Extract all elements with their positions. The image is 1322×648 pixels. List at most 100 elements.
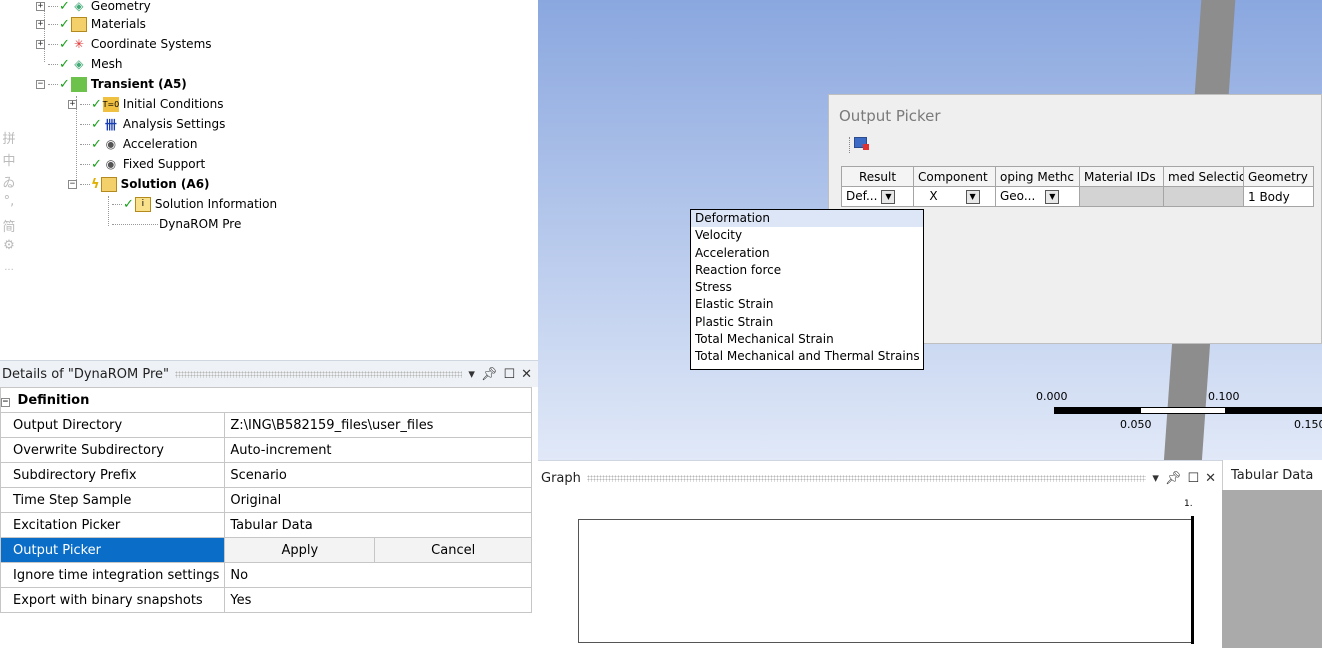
column-header[interactable]: Result [841,166,914,187]
dropdown-option[interactable]: Velocity [691,227,923,244]
dropdown-arrow-icon[interactable]: ▼ [1045,189,1060,204]
scale-bar [1140,407,1226,414]
dropdown-option[interactable]: Total Mechanical Strain [691,331,923,348]
close-icon[interactable]: ✕ [521,367,532,382]
check-icon: ✓ [59,56,70,72]
ime-simplified-icon[interactable]: 简 [0,216,18,235]
maximize-icon[interactable]: ☐ [503,367,515,382]
detail-row[interactable]: Export with binary snapshots Yes [0,587,532,613]
dropdown-option[interactable]: Deformation [691,210,923,228]
pin-icon[interactable]: 📌︎ [481,367,498,382]
details-title-bar: Details of "DynaROM Pre" ▾ 📌︎ ☐ ✕ [0,361,538,387]
section-title: Definition [17,392,90,408]
project-tree: + ✓ ◈ Geometry + ✓ Materials + ✓ ✳ Coordina… [0,0,538,356]
dropdown-arrow-icon[interactable]: ▼ [881,189,896,204]
tree-item-label: Coordinate Systems [90,37,212,51]
check-icon: ✓ [59,36,70,52]
dropdown-arrow-icon[interactable]: ▾ [1152,471,1159,486]
column-header[interactable]: Geometry [1243,166,1314,187]
collapse-icon[interactable]: − [36,79,45,89]
tree-item-solution-information[interactable]: ✓ i Solution Information [112,194,277,214]
ime-moon-icon[interactable]: ゐ [0,172,18,191]
column-header[interactable]: Material IDs [1079,166,1164,187]
toolbar [849,137,869,153]
detail-row[interactable]: Overwrite Subdirectory Auto-increment [0,437,532,463]
dropdown-option[interactable]: Reaction force [691,262,923,279]
tree-item-acceleration[interactable]: ✓ ◉ Acceleration [80,134,197,154]
tree-item-solution[interactable]: − ϟ Solution (A6) [68,174,210,194]
result-dropdown-list[interactable]: Deformation Velocity Acceleration Reacti… [690,209,924,370]
scoping-select[interactable]: Geo... ▼ [995,186,1080,207]
row-value[interactable]: Auto-increment [224,437,532,463]
expand-icon[interactable]: + [36,39,45,49]
graph-panel: Graph ▾ 📌︎ ☐ ✕ 1. [538,460,1222,648]
table-row[interactable]: Def... ▼ X ▼ Geo... ▼ 1 Body [841,186,1314,207]
tree-item-fixed-support[interactable]: ✓ ◉ Fixed Support [80,154,205,174]
beam-geometry [1194,0,1236,95]
geometry-cell[interactable]: 1 Body [1243,186,1314,207]
tree-item-materials[interactable]: + ✓ Materials [36,14,146,34]
row-key: Output Picker [0,537,226,563]
tree-item-transient[interactable]: − ✓ Transient (A5) [36,74,187,94]
row-value[interactable]: Original [224,487,532,513]
detail-row[interactable]: Output Directory Z:\ING\B582159_files\use… [0,412,532,438]
initial-conditions-icon: T=0 [103,96,119,112]
row-value[interactable]: No [224,562,532,588]
time-cursor-line[interactable] [1191,516,1194,644]
row-value[interactable]: Yes [224,587,532,613]
tree-item-dynarom-pre[interactable]: DynaROM Pre [112,214,241,234]
dropdown-option[interactable]: Total Mechanical and Thermal Strains [691,348,923,365]
column-header[interactable]: Component [913,166,996,187]
dropdown-arrow-icon[interactable]: ▼ [965,189,980,204]
ime-settings-icon[interactable]: ⚙ [0,238,18,253]
detail-row[interactable]: Subdirectory Prefix Scenario [0,462,532,488]
ime-punctuation-icon[interactable]: °, [0,194,18,209]
detail-row[interactable]: Ignore time integration settings No [0,562,532,588]
detail-row[interactable]: Excitation Picker Tabular Data [0,512,532,538]
dropdown-option[interactable]: Plastic Strain [691,314,923,331]
component-select[interactable]: X ▼ [913,186,996,207]
column-header[interactable]: oping Methc [995,166,1080,187]
tree-item-analysis-settings[interactable]: ✓ 卌 Analysis Settings [80,114,225,134]
detail-row[interactable]: Time Step Sample Original [0,487,532,513]
expand-icon[interactable]: + [68,99,77,109]
cancel-button[interactable]: Cancel [374,537,532,563]
maximize-icon[interactable]: ☐ [1187,471,1199,486]
transient-icon [70,76,87,92]
tree-item-label: Transient (A5) [90,77,187,91]
table-export-icon[interactable] [854,137,869,150]
result-select[interactable]: Def... ▼ [841,186,914,207]
section-row[interactable]: − Definition [0,387,532,413]
graph-plot-area[interactable] [578,519,1194,643]
expand-icon[interactable]: + [36,1,45,11]
dropdown-option[interactable]: Stress [691,279,923,296]
tree-item-label: Acceleration [122,137,198,151]
detail-row-output-picker[interactable]: Output Picker Apply Cancel [0,537,532,563]
row-key: Excitation Picker [0,512,226,538]
column-header[interactable]: med Selectic [1163,166,1244,187]
check-icon: ✓ [59,0,70,14]
tree-item-initial-conditions[interactable]: + ✓ T=0 Initial Conditions [68,94,223,114]
close-icon[interactable]: ✕ [1205,471,1216,486]
ime-chinese-icon[interactable]: 中 [0,150,18,169]
mesh-icon: ◈ [74,57,84,71]
dropdown-arrow-icon[interactable]: ▾ [468,367,475,382]
tabular-data-title: Tabular Data [1231,467,1314,483]
tree-item-mesh[interactable]: ✓ ◈ Mesh [48,54,123,74]
dropdown-option[interactable]: Elastic Strain [691,296,923,313]
expand-icon[interactable]: + [36,19,45,29]
row-value[interactable]: Z:\ING\B582159_files\user_files [224,412,532,438]
collapse-icon[interactable]: − [1,397,10,407]
row-value[interactable]: Tabular Data [224,512,532,538]
row-value[interactable]: Scenario [224,462,532,488]
apply-button[interactable]: Apply [224,537,376,563]
ime-more-icon[interactable]: ... [0,262,18,273]
materials-icon [70,16,87,32]
solution-icon [100,176,117,192]
collapse-icon[interactable]: − [68,179,77,189]
dropdown-option[interactable]: Acceleration [691,245,923,262]
pin-icon[interactable]: 📌︎ [1165,471,1182,486]
tree-item-coordinate-systems[interactable]: + ✓ ✳ Coordinate Systems [36,34,212,54]
graph-title: Graph [541,470,581,486]
ime-pinyin-icon[interactable]: 拼 [0,128,18,147]
